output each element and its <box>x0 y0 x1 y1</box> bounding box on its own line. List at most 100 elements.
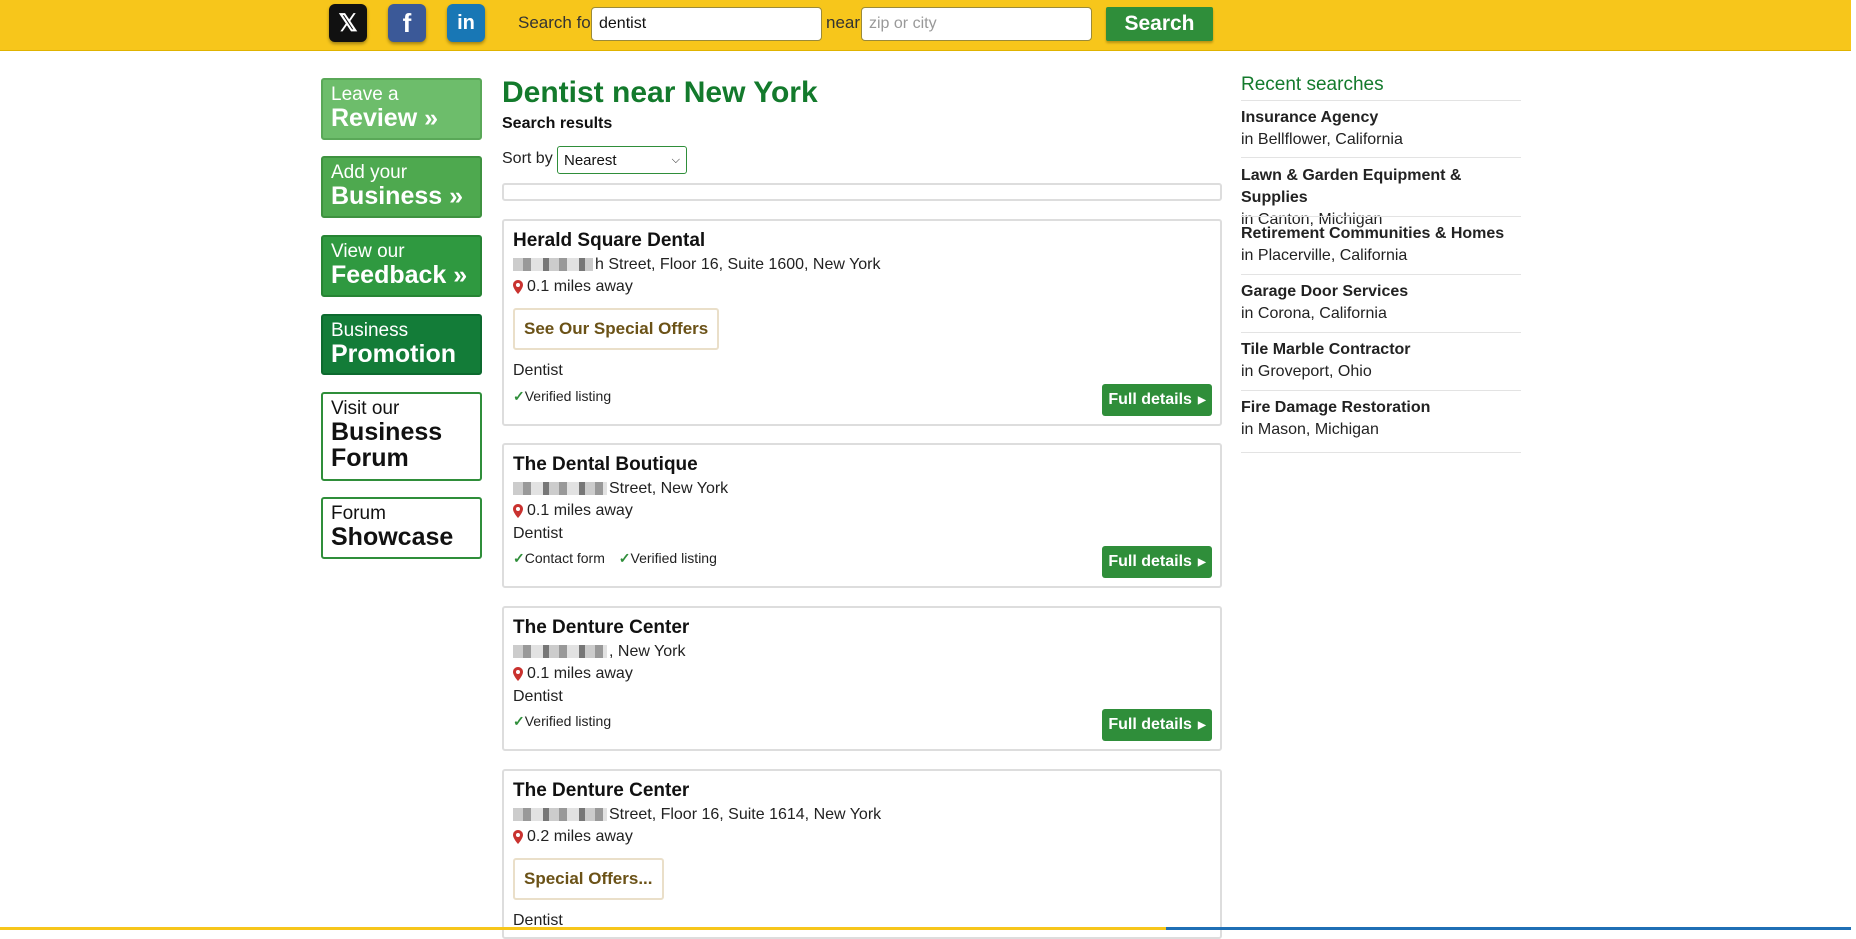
business-address: h Street, Floor 16, Suite 1600, New York <box>513 256 881 274</box>
view-feedback-button[interactable]: View our Feedback » <box>321 235 482 297</box>
recent-search-term: Garage Door Services <box>1241 283 1409 300</box>
check-icon: ✓ <box>513 550 525 566</box>
search-results-heading: Search results <box>502 115 613 132</box>
sort-select[interactable]: Nearest ⌵ <box>557 146 687 174</box>
caret-right-icon: ▶ <box>1197 394 1206 406</box>
x-twitter-icon[interactable]: 𝕏 <box>329 4 367 42</box>
redacted-address <box>513 645 607 659</box>
recent-search-item[interactable]: Tile Marble Contractor in Groveport, Ohi… <box>1241 339 1521 383</box>
business-name-link[interactable]: The Denture Center <box>513 617 689 639</box>
business-forum-button[interactable]: Visit our Business Forum <box>321 392 482 481</box>
recent-search-location: in Mason, Michigan <box>1241 421 1379 438</box>
business-category: Dentist <box>513 525 563 542</box>
business-address: Street, New York <box>513 480 728 498</box>
promo-small-text: Business <box>331 320 409 341</box>
recent-search-location: in Groveport, Ohio <box>1241 363 1372 380</box>
business-category: Dentist <box>513 362 563 379</box>
check-icon: ✓ <box>618 550 631 566</box>
result-card: Herald Square Dental h Street, Floor 16,… <box>502 219 1222 426</box>
promo-big-text: Business » <box>331 181 464 210</box>
business-category: Dentist <box>513 688 563 705</box>
facebook-icon[interactable]: f <box>388 4 426 42</box>
caret-right-icon: ▶ <box>1197 556 1206 568</box>
result-card: The Denture Center Street, Floor 16, Sui… <box>502 769 1222 939</box>
full-details-button[interactable]: Full details ▶ <box>1102 709 1212 741</box>
recent-search-term: Retirement Communities & Homes <box>1241 225 1505 242</box>
promo-big-text: Promotion » <box>331 339 456 395</box>
business-distance: 0.2 miles away <box>513 828 633 846</box>
promo-big-text: Forum <box>331 444 409 473</box>
promo-small-text: View our <box>331 241 405 262</box>
map-pin-icon <box>513 504 523 518</box>
check-icon: ✓ <box>513 713 525 729</box>
redacted-address <box>513 808 607 822</box>
recent-search-item[interactable]: Insurance Agency in Bellflower, Californ… <box>1241 107 1521 151</box>
redacted-address <box>513 258 593 272</box>
promo-big-text: Feedback » <box>331 260 468 289</box>
chevron-down-icon: ⌵ <box>671 153 680 166</box>
promo-small-text: Visit our <box>331 398 400 419</box>
recent-search-location: in Placerville, California <box>1241 247 1408 264</box>
map-pin-icon <box>513 280 523 294</box>
search-input[interactable] <box>591 7 822 41</box>
leave-review-button[interactable]: Leave a Review » <box>321 78 482 140</box>
business-distance: 0.1 miles away <box>513 502 633 520</box>
sort-selected-value: Nearest <box>564 151 617 169</box>
listing-badges: ✓Contact form ✓Verified listing <box>513 550 717 566</box>
map-pin-icon <box>513 667 523 681</box>
divider <box>1241 216 1521 217</box>
business-address: , New York <box>513 643 685 661</box>
recent-search-term: Fire Damage Restoration <box>1241 399 1431 416</box>
linkedin-icon[interactable]: in <box>447 4 485 42</box>
divider <box>1241 390 1521 391</box>
page-title: Dentist near New York <box>502 76 818 109</box>
divider <box>1241 100 1521 101</box>
add-business-button[interactable]: Add your Business » <box>321 156 482 218</box>
promo-small-text: Forum <box>331 503 386 524</box>
recent-search-item[interactable]: Lawn & Garden Equipment & Supplies in Ca… <box>1241 165 1521 231</box>
business-promotion-button[interactable]: Business Promotion » <box>321 314 482 393</box>
divider <box>1241 452 1521 453</box>
listing-badges: ✓Verified listing <box>513 713 612 729</box>
redacted-address <box>513 482 607 496</box>
full-details-button[interactable]: Full details ▶ <box>1102 384 1212 416</box>
check-icon: ✓ <box>513 388 525 404</box>
search-for-label: Search for <box>518 13 597 32</box>
recent-search-location: in Corona, California <box>1241 305 1387 322</box>
recent-search-item[interactable]: Retirement Communities & Homes in Placer… <box>1241 223 1521 267</box>
map-pin-icon <box>513 830 523 844</box>
results-filter-bar <box>502 183 1222 201</box>
recent-search-term: Insurance Agency <box>1241 109 1379 126</box>
divider <box>1241 274 1521 275</box>
result-card: The Denture Center , New York 0.1 miles … <box>502 606 1222 751</box>
near-label: near <box>826 13 861 32</box>
promo-big-text: Business <box>331 417 443 446</box>
listing-badges: ✓Verified listing <box>513 388 612 404</box>
result-card: The Dental Boutique Street, New York 0.1… <box>502 443 1222 588</box>
promo-small-text: Leave a <box>331 84 399 105</box>
recent-searches-title: Recent searches <box>1241 74 1384 95</box>
search-button[interactable]: Search <box>1106 7 1213 41</box>
special-offers-button[interactable]: Special Offers... <box>513 858 664 900</box>
forum-showcase-button[interactable]: Forum Showcase <box>321 497 482 559</box>
divider <box>1241 157 1521 158</box>
promo-big-text: Showcase <box>331 522 454 551</box>
recent-search-item[interactable]: Garage Door Services in Corona, Californ… <box>1241 281 1521 325</box>
location-input[interactable] <box>861 7 1092 41</box>
recent-search-location: in Bellflower, California <box>1241 131 1403 148</box>
business-name-link[interactable]: Herald Square Dental <box>513 230 705 252</box>
promo-big-text: Review » <box>331 103 439 132</box>
business-distance: 0.1 miles away <box>513 665 633 683</box>
top-bar: 𝕏 f in Search for near Search <box>0 0 1851 51</box>
business-address: Street, Floor 16, Suite 1614, New York <box>513 806 881 824</box>
divider <box>1241 332 1521 333</box>
full-details-button[interactable]: Full details ▶ <box>1102 546 1212 578</box>
business-name-link[interactable]: The Denture Center <box>513 780 689 802</box>
caret-right-icon: ▶ <box>1197 719 1206 731</box>
special-offers-button[interactable]: See Our Special Offers <box>513 308 720 350</box>
sort-label: Sort by <box>502 150 553 167</box>
recent-search-term: Tile Marble Contractor <box>1241 341 1411 358</box>
business-distance: 0.1 miles away <box>513 278 633 296</box>
recent-search-item[interactable]: Fire Damage Restoration in Mason, Michig… <box>1241 397 1521 441</box>
business-name-link[interactable]: The Dental Boutique <box>513 454 698 476</box>
